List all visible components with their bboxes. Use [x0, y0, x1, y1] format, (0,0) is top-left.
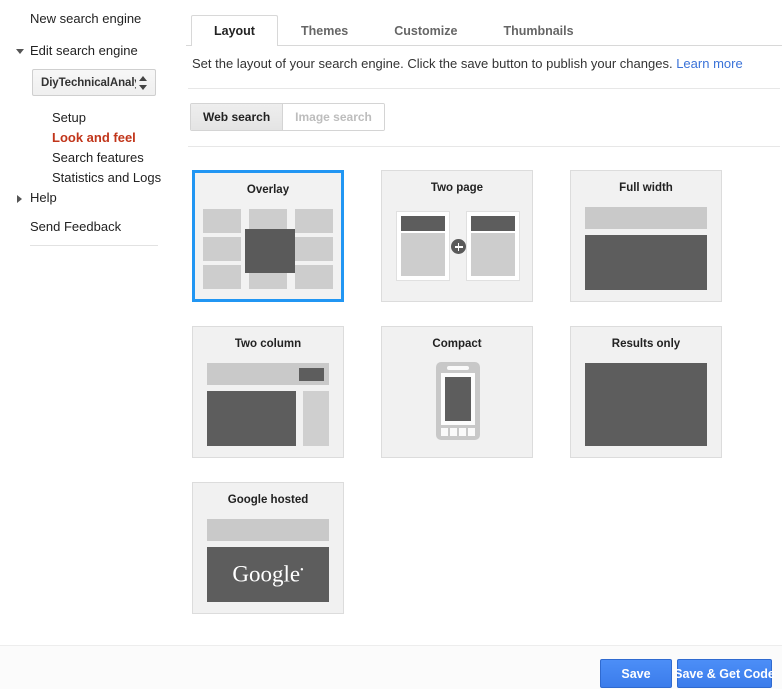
sidebar-subnav: Setup Look and feel Search features Stat…	[52, 108, 161, 188]
layout-preview-two-column	[193, 359, 343, 449]
layout-card-compact[interactable]: Compact	[381, 326, 533, 458]
sidebar-item-label: Help	[30, 190, 57, 205]
google-wordmark: Google•	[232, 560, 304, 586]
layout-card-title: Results only	[611, 338, 681, 350]
layout-preview-full-width	[571, 203, 721, 293]
sidebar-divider	[30, 245, 158, 246]
sidebar-item-setup[interactable]: Setup	[52, 108, 161, 128]
description-text: Set the layout of your search engine. Cl…	[192, 56, 673, 71]
plus-icon	[451, 239, 466, 254]
layout-card-title: Google hosted	[227, 494, 309, 506]
sidebar-item-label: Edit search engine	[30, 43, 138, 58]
search-type-toggle: Web search Image search	[190, 103, 385, 131]
layout-card-two-column[interactable]: Two column	[192, 326, 344, 458]
layout-card-results-only[interactable]: Results only	[570, 326, 722, 458]
sidebar-item-statistics-and-logs[interactable]: Statistics and Logs	[52, 168, 161, 188]
save-and-get-code-button-label: Save & Get Code	[674, 666, 775, 681]
tab-label: Customize	[394, 24, 458, 38]
app-root: New search engine Edit search engine Diy…	[0, 0, 782, 689]
segment-image-search[interactable]: Image search	[283, 104, 384, 130]
engine-select-dropdown[interactable]: DiyTechnicalAnalys	[32, 69, 156, 96]
sidebar: New search engine Edit search engine Diy…	[0, 0, 186, 689]
tab-label: Layout	[214, 24, 255, 38]
tab-bar: Layout Themes Customize Thumbnails	[191, 14, 597, 47]
layout-card-two-page[interactable]: Two page	[381, 170, 533, 302]
tab-label: Themes	[300, 24, 349, 38]
engine-select-value: DiyTechnicalAnalys	[41, 76, 136, 89]
layout-card-title: Overlay	[246, 184, 290, 196]
layout-preview-google-hosted: Google•	[193, 515, 343, 605]
sidebar-item-label: New search engine	[30, 11, 142, 26]
segment-label: Web search	[203, 110, 271, 124]
layout-preview-compact	[382, 359, 532, 449]
layout-card-title: Two column	[234, 338, 302, 350]
layout-card-title: Full width	[619, 182, 673, 194]
sidebar-item-edit-search-engine[interactable]: Edit search engine	[16, 43, 138, 58]
tab-themes[interactable]: Themes	[278, 15, 371, 46]
layout-card-overlay[interactable]: Overlay	[192, 170, 344, 302]
sidebar-item-label: Look and feel	[52, 130, 136, 145]
layout-preview-two-page	[382, 203, 532, 293]
save-button-label: Save	[621, 666, 651, 681]
save-button[interactable]: Save	[600, 659, 672, 688]
layout-card-grid: Overlay Two page Full width Two column C…	[192, 170, 762, 614]
tab-customize[interactable]: Customize	[371, 15, 480, 46]
save-and-get-code-button[interactable]: Save & Get Code	[674, 659, 775, 688]
layout-card-title: Two page	[430, 182, 484, 194]
learn-more-link[interactable]: Learn more	[676, 56, 742, 71]
sidebar-item-label: Search features	[52, 150, 144, 165]
layout-card-full-width[interactable]: Full width	[570, 170, 722, 302]
sidebar-item-help[interactable]: Help	[17, 190, 57, 205]
footer-bar: Save Save & Get Code	[0, 645, 782, 689]
tab-layout[interactable]: Layout	[191, 15, 278, 47]
chevron-updown-icon	[138, 74, 149, 92]
tab-thumbnails[interactable]: Thumbnails	[480, 15, 596, 46]
sidebar-item-label: Statistics and Logs	[52, 170, 162, 185]
layout-preview-results-only	[571, 359, 721, 449]
sidebar-item-send-feedback[interactable]: Send Feedback	[30, 219, 121, 234]
divider-middle	[188, 146, 780, 147]
chevron-down-icon	[16, 49, 24, 54]
sidebar-item-label: Send Feedback	[30, 219, 122, 234]
sidebar-item-look-and-feel[interactable]: Look and feel	[52, 128, 161, 148]
sidebar-item-search-features[interactable]: Search features	[52, 148, 161, 168]
sidebar-item-new-search-engine[interactable]: New search engine	[30, 11, 141, 26]
page-description: Set the layout of your search engine. Cl…	[192, 55, 772, 73]
chevron-right-icon	[17, 195, 22, 203]
divider-top	[188, 88, 780, 89]
segment-web-search[interactable]: Web search	[191, 104, 284, 130]
segment-label: Image search	[295, 110, 372, 124]
tab-label: Thumbnails	[503, 24, 574, 38]
phone-icon	[436, 362, 480, 440]
layout-card-title: Compact	[432, 338, 482, 350]
layout-card-google-hosted[interactable]: Google hosted Google•	[192, 482, 344, 614]
main-content: Layout Themes Customize Thumbnails Set t…	[186, 0, 782, 689]
google-wordmark-text: Google	[232, 560, 301, 586]
sidebar-item-label: Setup	[52, 110, 86, 125]
layout-preview-overlay	[195, 205, 341, 291]
